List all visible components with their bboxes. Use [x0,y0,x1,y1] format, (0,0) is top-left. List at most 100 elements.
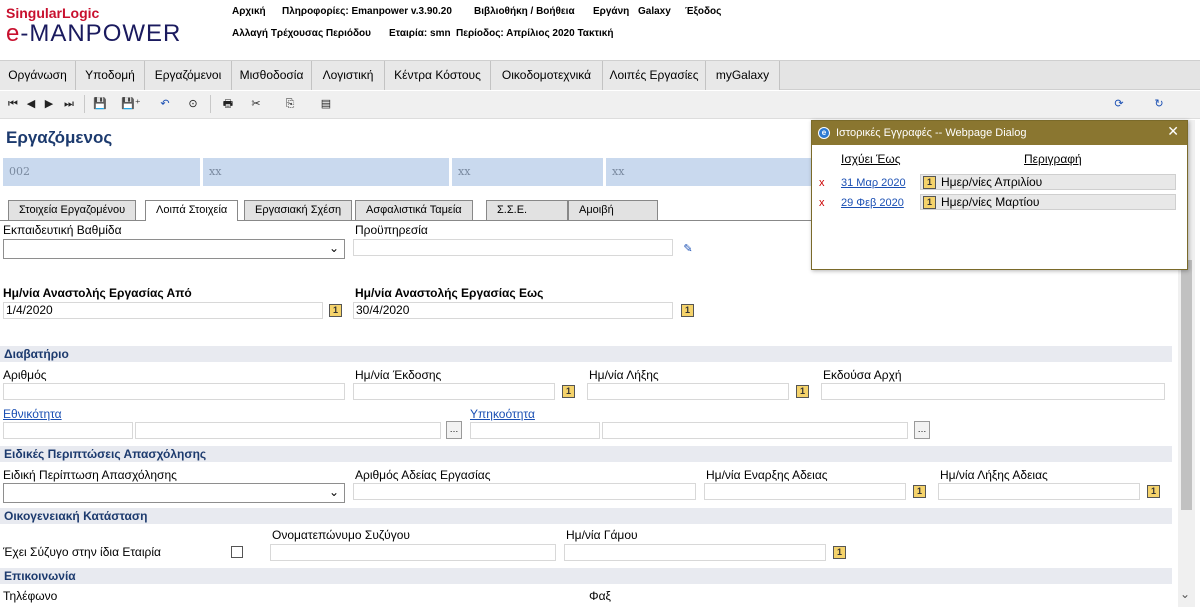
scrollbar-thumb[interactable] [1181,260,1192,510]
nav-info-link[interactable]: Πληροφορίες: Emanpower v.3.90.20 [282,6,452,17]
company-logo: SingularLogic [6,5,100,21]
description-column-header[interactable]: Περιγραφή [1024,152,1082,166]
passport-section-header: Διαβατήριο [0,346,1172,362]
nationality-lookup-button[interactable]: … [446,421,462,439]
report-icon[interactable]: ▤ [318,96,334,112]
nationality-code-input[interactable] [3,422,133,439]
marriage-date-input[interactable] [564,544,826,561]
calendar-icon[interactable]: 1 [796,385,809,398]
passport-issue-date-input[interactable] [353,383,555,400]
change-period-link[interactable]: Αλλαγή Τρέχουσας Περιόδου [232,28,371,39]
permit-end-input[interactable] [938,483,1140,500]
undo-icon[interactable]: ↶ [157,96,173,112]
history-dialog: Ιστορικές Εγγραφές -- Webpage Dialog e ✕… [811,120,1188,270]
tab-compensation[interactable]: Αμοιβή [568,200,658,220]
fax-label: Φαξ [589,589,611,603]
previous-record-icon[interactable]: ◀ [24,96,38,112]
calendar-icon[interactable]: 1 [681,304,694,317]
education-select[interactable]: ⌄ [3,239,345,259]
employee-fathername-box: xx [606,158,811,186]
history-row-date[interactable]: 29 Φεβ 2020 [841,197,904,209]
permit-start-label: Ημ/νία Εναρξης Αδειας [706,468,828,482]
passport-expiry-input[interactable] [587,383,789,400]
company-info: Εταιρία: smn [389,28,451,39]
toolbar-separator [210,95,211,113]
history-row-date[interactable]: 31 Μαρ 2020 [841,177,906,189]
spouse-same-company-checkbox[interactable] [231,546,243,558]
calendar-icon[interactable]: 1 [562,385,575,398]
menu-mygalaxy[interactable]: myGalaxy [706,61,780,90]
history-icon[interactable]: ⟳ [1110,96,1128,112]
citizenship-name-input[interactable] [602,422,908,439]
close-icon[interactable]: ✕ [1167,123,1179,140]
menu-other-tasks[interactable]: Λοιπές Εργασίες [603,61,706,90]
nationality-link[interactable]: Εθνικότητα [3,407,62,421]
refresh-page-icon[interactable]: ↻ [1150,96,1168,112]
permit-start-input[interactable] [704,483,906,500]
delete-row-icon[interactable]: x [819,197,825,209]
product-logo: e-MANPOWER [6,20,182,47]
calendar-icon[interactable]: 1 [329,304,342,317]
print-icon[interactable]: 🖶 [220,96,236,112]
toolbar: ⏮ ◀ ▶ ⏭ 💾 💾⁺ ↶ ⊙ 🖶 ✂ ⎘ ▤ ⟳ ↻ [0,91,1200,119]
nav-exit-link[interactable]: Έξοδος [685,6,721,17]
suspension-to-input[interactable]: 30/4/2020 [353,302,673,319]
menu-accounting[interactable]: Λογιστική [312,61,385,90]
family-section-header: Οικογενειακή Κατάσταση [0,508,1172,524]
history-row-description-text: Ημερ/νίες Μαρτίου [941,195,1040,209]
menu-organization[interactable]: Οργάνωση [0,61,76,90]
tab-work-relation[interactable]: Εργασιακή Σχέση [244,200,353,220]
menu-construction[interactable]: Οικοδομοτεχνικά [491,61,603,90]
citizenship-code-input[interactable] [470,422,600,439]
tab-other-details[interactable]: Λοιπά Στοιχεία [145,200,239,221]
contact-section-header: Επικοινωνία [0,568,1172,584]
spouse-name-input[interactable] [270,544,556,561]
nationality-name-input[interactable] [135,422,441,439]
special-cases-section-header: Ειδικές Περιπτώσεις Απασχόλησης [0,446,1172,462]
suspension-from-input[interactable]: 1/4/2020 [3,302,323,319]
special-case-label: Ειδική Περίπτωση Απασχόλησης [3,468,177,482]
next-record-icon[interactable]: ▶ [42,96,56,112]
calendar-icon[interactable]: 1 [1147,485,1160,498]
nav-home-link[interactable]: Αρχική [232,6,266,17]
valid-until-column-header[interactable]: Ισχύει Έως [841,152,901,166]
tools-icon[interactable]: ✂ [246,96,266,112]
calendar-icon[interactable]: 1 [833,546,846,559]
passport-authority-input[interactable] [821,383,1165,400]
permit-end-label: Ημ/νία Λήξης Αδειας [940,468,1048,482]
menu-payroll[interactable]: Μισθοδοσία [232,61,312,90]
delete-row-icon[interactable]: x [819,177,825,189]
dialog-title: Ιστορικές Εγγραφές -- Webpage Dialog [812,121,1187,145]
last-record-icon[interactable]: ⏭ [62,96,76,112]
back-icon[interactable]: ⊙ [185,96,201,112]
scroll-down-icon[interactable]: ⌄ [1180,587,1190,601]
menu-employees[interactable]: Εργαζόμενοι [145,61,232,90]
save-new-icon[interactable]: 💾⁺ [120,96,142,112]
nav-ergani-link[interactable]: Εργάνη [593,6,629,17]
edit-prior-service-icon[interactable]: ✎ [680,241,696,257]
save-icon[interactable]: 💾 [92,96,108,112]
work-permit-number-input[interactable] [353,483,696,500]
calendar-icon[interactable]: 1 [913,485,926,498]
tab-employee-details[interactable]: Στοιχεία Εργαζομένου [8,200,137,220]
passport-number-input[interactable] [3,383,345,400]
menu-cost-centers[interactable]: Κέντρα Κόστους [385,61,491,90]
first-record-icon[interactable]: ⏮ [6,96,20,112]
tab-insurance-funds[interactable]: Ασφαλιστικά Ταμεία [355,200,473,220]
tab-sse[interactable]: Σ.Σ.Ε. [486,200,568,220]
citizenship-link[interactable]: Υπηκοότητα [470,407,535,421]
chevron-down-icon: ⌄ [328,485,339,499]
history-row-description-text: Ημερ/νίες Απριλίου [941,175,1043,189]
browser-icon: e [818,127,830,139]
menu-infrastructure[interactable]: Υποδομή [76,61,145,90]
passport-expiry-label: Ημ/νία Λήξης [589,368,659,382]
special-case-select[interactable]: ⌄ [3,483,345,503]
copy-icon[interactable]: ⎘ [282,96,298,112]
passport-issue-date-label: Ημ/νία Έκδοσης [355,368,442,382]
main-menu: Οργάνωση Υποδομή Εργαζόμενοι Μισθοδοσία … [0,60,1200,90]
prior-service-input[interactable] [353,239,673,256]
nav-galaxy-link[interactable]: Galaxy [638,6,671,17]
nav-library-link[interactable]: Βιβλιοθήκη / Βοήθεια [474,6,575,17]
citizenship-lookup-button[interactable]: … [914,421,930,439]
phone-label: Τηλέφωνο [3,589,58,603]
